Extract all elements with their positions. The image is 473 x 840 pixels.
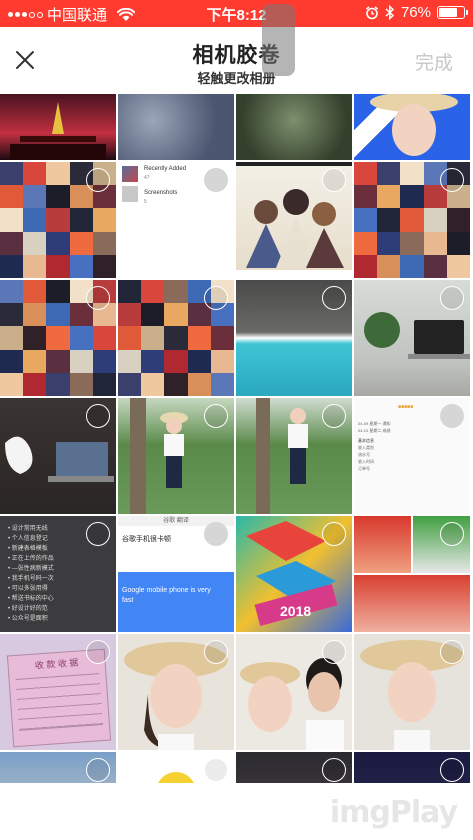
collage-tile — [354, 575, 470, 632]
photo-thumbnail[interactable] — [236, 398, 352, 514]
photo-thumbnail[interactable]: 谷歌 翻译 谷歌手机很卡顿 Google mobile phone is ver… — [118, 516, 234, 632]
selfie-image — [370, 94, 458, 156]
collage-tile — [354, 516, 411, 573]
photo-thumbnail[interactable] — [118, 280, 234, 396]
photo-thumbnail[interactable] — [0, 162, 116, 278]
doc-lines: 04-09 星期一 通知 04-10 星期二 成绩 基本信息 收入类别 流水号 … — [358, 421, 391, 471]
photo-thumbnail[interactable]: 收 款 收 据 — [0, 634, 116, 750]
select-circle[interactable] — [204, 286, 228, 310]
stage-image — [10, 102, 106, 160]
photo-thumbnail[interactable] — [354, 752, 470, 784]
photo-thumbnail[interactable] — [118, 634, 234, 750]
album-count: 47 — [144, 175, 150, 181]
album-name: Recently Added — [144, 166, 187, 172]
select-circle[interactable] — [204, 404, 228, 428]
photo-thumbnail[interactable] — [236, 94, 352, 160]
alarm-icon — [365, 5, 378, 19]
select-circle[interactable] — [440, 168, 464, 192]
album-subtitle[interactable]: 轻触更改相册 — [0, 68, 473, 87]
bluetooth-icon — [385, 5, 395, 20]
nav-bar: 相机胶卷 轻触更改相册 完成 — [0, 27, 473, 93]
select-circle[interactable] — [204, 168, 228, 192]
photo-thumbnail[interactable] — [0, 94, 116, 160]
select-circle[interactable] — [204, 640, 228, 664]
translate-result-card: Google mobile phone is very fast — [118, 572, 234, 632]
photo-thumbnail[interactable] — [0, 398, 116, 514]
select-circle[interactable] — [322, 286, 346, 310]
battery-icon — [437, 6, 468, 19]
album-title[interactable]: 相机胶卷 — [0, 39, 473, 69]
photo-thumbnail[interactable] — [354, 94, 470, 160]
select-circle[interactable] — [440, 404, 464, 428]
collage-tile — [413, 516, 470, 573]
bottom-bar: imgPlay — [0, 783, 473, 840]
photo-thumbnail[interactable] — [0, 752, 116, 784]
book-year: 2018 — [280, 603, 311, 619]
select-circle[interactable] — [86, 758, 110, 782]
select-circle[interactable] — [440, 640, 464, 664]
photo-thumbnail[interactable] — [354, 516, 470, 632]
album-count: 5 — [144, 199, 147, 205]
overlay-highlight — [262, 4, 295, 76]
photo-thumbnail[interactable] — [354, 634, 470, 750]
album-cover — [122, 166, 138, 182]
status-bar: 中国联通 下午8:12 76% — [0, 0, 473, 27]
photo-thumbnail[interactable] — [0, 280, 116, 396]
photo-thumbnail[interactable] — [354, 162, 470, 278]
select-circle[interactable] — [322, 168, 346, 192]
select-circle[interactable] — [204, 522, 228, 546]
note-list: • 设计常用无线 • 个人信息登记 • 新建表格模板 • 正在上传的作品 • —… — [8, 526, 54, 622]
watermark-logo: imgPlay — [329, 795, 458, 830]
status-right: 76% — [365, 4, 468, 21]
photo-thumbnail[interactable] — [118, 94, 234, 160]
translate-result: Google mobile phone is very fast — [122, 587, 211, 604]
photo-thumbnail[interactable] — [118, 398, 234, 514]
select-circle[interactable] — [86, 286, 110, 310]
select-circle[interactable] — [440, 286, 464, 310]
photo-grid: Recently Added 47 Screenshots 5 ■■■■■ 04… — [0, 94, 473, 784]
doc-header: ■■■■■ — [398, 404, 414, 410]
select-circle[interactable] — [86, 522, 110, 546]
battery-percent: 76% — [400, 4, 431, 21]
album-name: Screenshots — [144, 190, 178, 196]
photo-thumbnail[interactable] — [236, 634, 352, 750]
photo-thumbnail[interactable] — [236, 280, 352, 396]
select-circle[interactable] — [86, 168, 110, 192]
photo-thumbnail[interactable]: Recently Added 47 Screenshots 5 — [118, 162, 234, 278]
select-circle[interactable] — [322, 640, 346, 664]
album-cover — [122, 186, 138, 202]
photo-thumbnail[interactable]: • 设计常用无线 • 个人信息登记 • 新建表格模板 • 正在上传的作品 • —… — [0, 516, 116, 632]
done-button[interactable]: 完成 — [415, 48, 453, 75]
receipt-lines — [15, 673, 103, 731]
photo-thumbnail[interactable] — [118, 752, 234, 784]
select-circle[interactable] — [86, 404, 110, 428]
translate-query: 谷歌手机很卡顿 — [122, 536, 171, 543]
select-circle[interactable] — [322, 404, 346, 428]
photo-thumbnail[interactable]: ■■■■■ 04-09 星期一 通知 04-10 星期二 成绩 基本信息 收入类… — [354, 398, 470, 514]
photo-thumbnail[interactable] — [236, 752, 352, 784]
select-circle[interactable] — [204, 758, 228, 782]
select-circle[interactable] — [86, 640, 110, 664]
select-circle[interactable] — [440, 758, 464, 782]
select-circle[interactable] — [440, 522, 464, 546]
photo-thumbnail[interactable] — [236, 162, 352, 278]
photo-thumbnail[interactable]: 2018 — [236, 516, 352, 632]
photo-thumbnail[interactable] — [354, 280, 470, 396]
select-circle[interactable] — [322, 758, 346, 782]
select-circle[interactable] — [322, 522, 346, 546]
